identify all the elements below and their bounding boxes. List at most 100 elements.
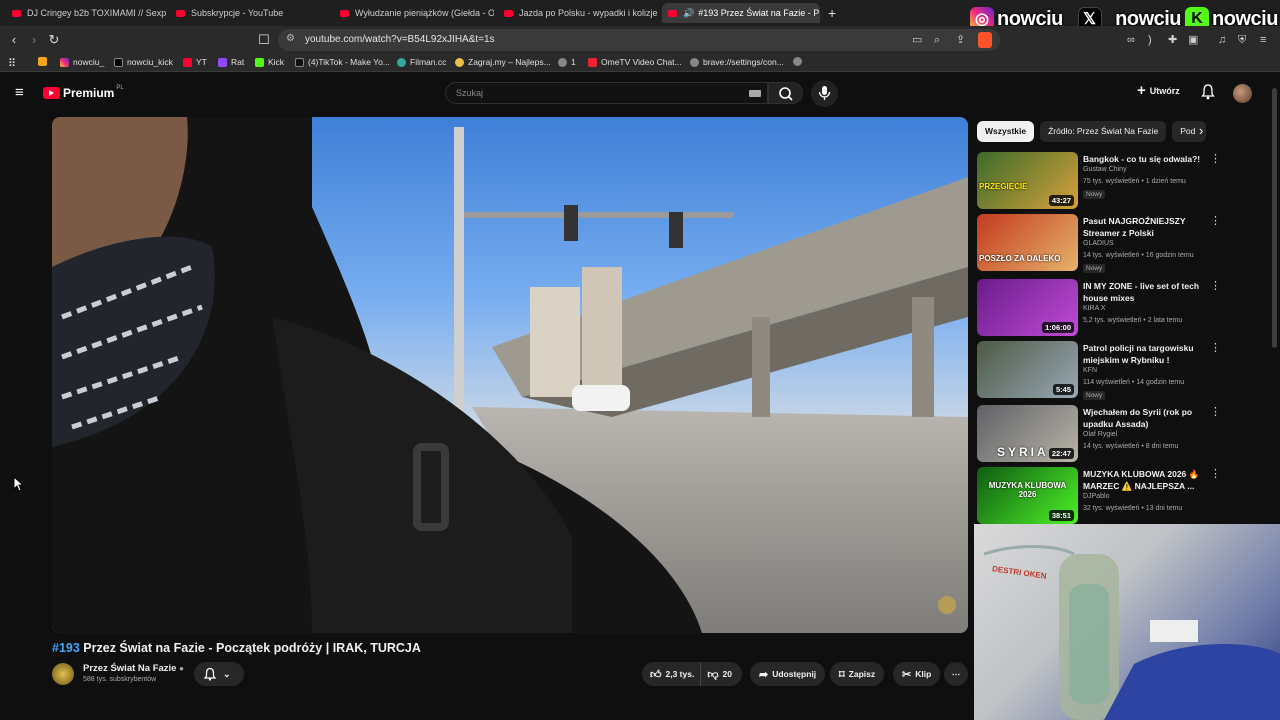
notifications-button[interactable] <box>1201 84 1215 105</box>
scissors-icon: ✂ <box>902 668 912 681</box>
more-options-icon[interactable]: ⋮ <box>1210 216 1221 227</box>
bookmark-item[interactable]: Kick <box>255 57 284 67</box>
youtube-play-icon <box>43 87 60 99</box>
brave-shields-icon[interactable] <box>978 32 992 48</box>
speaker-icon: 🔊 <box>683 7 695 18</box>
microphone-icon <box>818 86 831 100</box>
bookmark-page-icon[interactable]: ☐ <box>256 32 272 48</box>
youtube-icon <box>504 9 513 17</box>
video-thumbnail[interactable]: POSZŁO ZA DALEKO <box>977 214 1078 271</box>
more-actions-button[interactable]: ⋯ <box>944 662 968 686</box>
zoom-icon[interactable]: ⌕ <box>934 33 940 47</box>
new-tab-button[interactable]: + <box>828 5 836 21</box>
video-thumbnail[interactable]: 5:45 <box>977 341 1078 398</box>
url-field[interactable]: ⚙ youtube.com/watch?v=B54L92xJIHA&t=1s ▭… <box>278 29 1000 51</box>
menu-icon[interactable]: ≡ <box>1260 33 1266 47</box>
bookmark-item[interactable]: OmeTV Video Chat... <box>588 57 682 67</box>
browser-tab[interactable]: Subskrypcje - YouTube <box>170 3 330 23</box>
share-icon[interactable]: ⇪ <box>956 33 965 47</box>
bell-icon <box>203 667 217 681</box>
dislike-button[interactable]: 👎︎ 20 <box>701 662 738 686</box>
sidebar-icon[interactable]: ▣ <box>1188 33 1198 47</box>
recommendation-item[interactable]: SYRIA 22:47 Wjechałem do Syrii (rok po u… <box>977 405 1221 465</box>
cast-icon[interactable]: ▭ <box>912 33 922 47</box>
more-options-icon[interactable]: ⋮ <box>1210 343 1221 354</box>
search-input[interactable]: Szukaj <box>445 82 768 104</box>
bookmark-item[interactable]: Rat <box>218 57 244 67</box>
site-info-icon[interactable]: ⚙ <box>286 33 295 44</box>
ometv-icon <box>588 57 597 67</box>
channel-avatar[interactable] <box>52 663 74 685</box>
clip-button[interactable]: ✂ Klip <box>893 662 941 686</box>
channel-name[interactable]: Przez Świat Na Fazie ● <box>83 663 184 674</box>
create-button[interactable]: + Utwórz <box>1137 83 1180 98</box>
video-title: #193 Przez Świat na Fazie - Początek pod… <box>52 641 421 655</box>
search-button[interactable] <box>768 82 803 104</box>
save-button[interactable]: ⌑ Zapisz <box>830 662 885 686</box>
extensions-icon[interactable]: ✚ <box>1168 33 1177 47</box>
bookmark-item[interactable]: brave://settings/con... <box>690 57 784 67</box>
recommendation-item[interactable]: POSZŁO ZA DALEKO Pasut NAJGROŹNIEJSZY St… <box>977 214 1221 274</box>
like-button[interactable]: 👍︎ 2,3 tys. <box>642 662 702 686</box>
youtube-icon <box>12 9 21 17</box>
reload-button[interactable]: ↻ <box>46 32 62 48</box>
more-options-icon[interactable]: ⋮ <box>1210 154 1221 165</box>
media-icon[interactable]: ♫ <box>1218 33 1226 47</box>
thumbs-up-icon: 👍︎ <box>650 668 662 681</box>
page-scrollbar[interactable] <box>1272 88 1277 348</box>
bookmark-folder-icon[interactable] <box>38 57 51 66</box>
keyboard-icon[interactable] <box>749 90 761 97</box>
vpn-shield-icon[interactable]: ⛨ <box>1238 33 1246 47</box>
video-thumbnail[interactable]: MUZYKA KLUBOWA 2026 38:51 <box>977 467 1078 524</box>
x-icon <box>114 57 123 67</box>
apps-grid-icon[interactable]: ⠿ <box>8 57 16 70</box>
recommendation-item[interactable]: 1:06:00 IN MY ZONE - live set of tech ho… <box>977 279 1221 339</box>
chip-all[interactable]: Wszystkie <box>977 121 1035 142</box>
recommendation-item[interactable]: 5:45 Patrol policji na targowisku miejsk… <box>977 341 1221 401</box>
youtube-icon <box>340 9 349 17</box>
recommendation-item[interactable]: MUZYKA KLUBOWA 2026 38:51 MUZYKA KLUBOWA… <box>977 467 1221 527</box>
more-options-icon[interactable]: ⋮ <box>1210 407 1221 418</box>
video-thumbnail[interactable]: SYRIA 22:47 <box>977 405 1078 462</box>
hamburger-menu-icon[interactable]: ≡ <box>15 85 24 100</box>
browser-tab-active[interactable]: 🔊#193 Przez Świat na Fazie - P✕ <box>662 3 820 23</box>
bookmark-item[interactable]: nowciu_kick <box>114 57 173 67</box>
chevron-right-icon[interactable]: › <box>1199 124 1203 138</box>
bookmark-item[interactable]: (4)TikTok - Make Yo... <box>295 57 390 67</box>
more-options-icon[interactable]: ⋮ <box>1210 281 1221 292</box>
avatar[interactable] <box>1233 84 1252 103</box>
bookmark-item[interactable] <box>793 57 806 66</box>
video-player[interactable] <box>52 117 968 633</box>
mouse-cursor-icon <box>13 476 23 492</box>
youtube-icon <box>183 57 192 67</box>
back-button[interactable]: ‹ <box>6 32 22 48</box>
chip-source[interactable]: Źródło: Przez Świat Na Fazie <box>1040 121 1167 142</box>
globe-icon <box>793 57 802 66</box>
browser-tab[interactable]: Jazda po Polsku - wypadki i kolizje d <box>498 3 658 23</box>
search-icon <box>779 87 793 101</box>
bookmark-item[interactable]: YT <box>183 57 207 67</box>
kick-icon <box>255 57 264 67</box>
bookmark-icon: ⌑ <box>839 668 845 681</box>
youtube-logo[interactable]: Premium PL <box>43 85 124 100</box>
bookmark-item[interactable]: Filman.cc <box>397 57 446 67</box>
forward-button[interactable]: › <box>26 32 42 48</box>
wallet-icon[interactable]: ) <box>1148 33 1152 47</box>
bookmark-item[interactable]: Zagraj.my – Najleps... <box>455 57 551 67</box>
bookmark-item[interactable]: 1 <box>558 57 576 67</box>
browser-tab[interactable]: Wyłudzanie pieniążków (Giełda - Od <box>334 3 494 23</box>
bookmarks-bar: ⠿ nowciu_ nowciu_kick YT Rat Kick (4)Tik… <box>0 54 1280 72</box>
bookmark-item[interactable]: nowciu_ <box>60 57 104 67</box>
share-button[interactable]: ➦ Udostępnij <box>750 662 826 686</box>
video-thumbnail[interactable]: PRZEGIĘCIE 43:27 <box>977 152 1078 209</box>
browser-tab[interactable]: DJ Cringey b2b TOXIMAMI // Sexpre <box>6 3 166 23</box>
more-options-icon[interactable]: ⋮ <box>1210 469 1221 480</box>
voice-search-button[interactable] <box>811 80 838 107</box>
recommendation-item[interactable]: PRZEGIĘCIE 43:27 Bangkok - co tu się odw… <box>977 152 1221 212</box>
subscribed-button[interactable]: ⌄ <box>194 662 244 686</box>
vpn-icon[interactable]: ∞ <box>1127 33 1135 47</box>
video-thumbnail[interactable]: 1:06:00 <box>977 279 1078 336</box>
webcam-overlay: DESTRI OKEN <box>974 524 1280 720</box>
tiktok-icon <box>295 57 304 67</box>
youtube-icon <box>668 9 677 17</box>
